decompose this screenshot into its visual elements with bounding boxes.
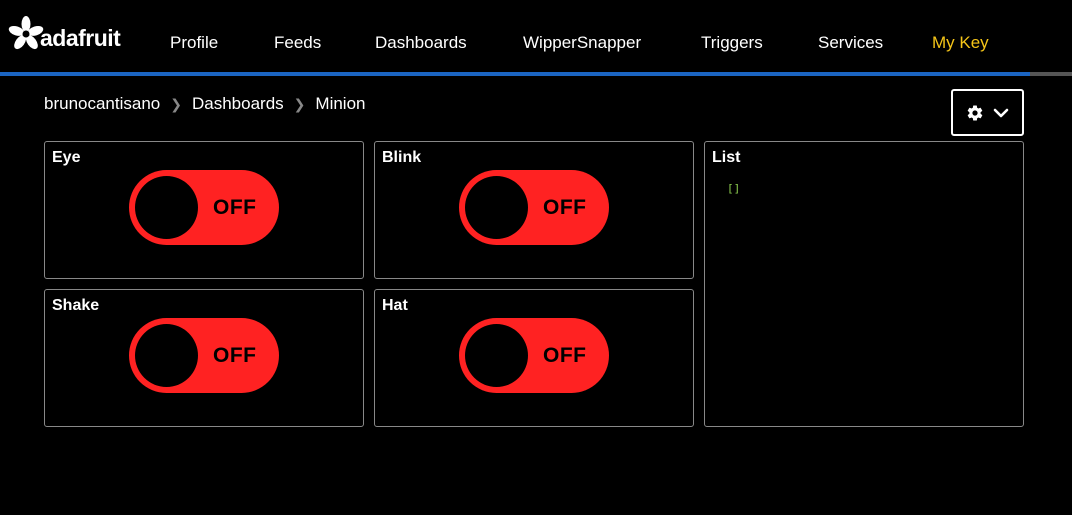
nav-dashboards[interactable]: Dashboards <box>375 33 467 53</box>
adafruit-logo[interactable]: adafruit <box>8 13 126 55</box>
block-title: Blink <box>382 149 422 166</box>
toggle-block-blink: Blink OFF <box>374 141 694 279</box>
toggle-state: OFF <box>543 196 587 219</box>
toggle-switch[interactable]: OFF <box>459 318 609 393</box>
nav-feeds[interactable]: Feeds <box>274 33 321 53</box>
toggle-block-eye: Eye OFF <box>44 141 364 279</box>
toggle-knob <box>135 176 198 239</box>
gear-icon <box>967 105 982 121</box>
nav-profile[interactable]: Profile <box>170 33 218 53</box>
toggle-state: OFF <box>543 344 587 367</box>
toggle-switch[interactable]: OFF <box>129 170 279 245</box>
block-title: Hat <box>382 297 408 314</box>
nav-my-key[interactable]: My Key <box>932 33 989 53</box>
list-block: List [] <box>704 141 1024 427</box>
toggle-block-shake: Shake OFF <box>44 289 364 427</box>
toggle-block-hat: Hat OFF <box>374 289 694 427</box>
block-title: List <box>712 149 741 166</box>
nav-wippersnapper[interactable]: WipperSnapper <box>523 33 641 53</box>
breadcrumb: brunocantisano ❯ Dashboards ❯ Minion <box>44 94 366 114</box>
nav-services[interactable]: Services <box>818 33 883 53</box>
toggle-knob <box>465 176 528 239</box>
brand-name: adafruit <box>40 24 121 51</box>
toggle-knob <box>135 324 198 387</box>
chevron-right-icon: ❯ <box>293 95 306 112</box>
adafruit-flower-icon <box>8 16 44 50</box>
toggle-state: OFF <box>213 344 257 367</box>
breadcrumb-dashboards[interactable]: Dashboards <box>192 94 284 114</box>
block-title: Shake <box>52 297 100 314</box>
dashboard-settings-button[interactable] <box>951 89 1024 136</box>
chevron-right-icon: ❯ <box>170 95 182 112</box>
nav-triggers[interactable]: Triggers <box>701 33 763 53</box>
list-content: [] <box>727 182 741 195</box>
nav-accent-bar <box>0 72 1030 76</box>
toggle-state: OFF <box>213 196 257 219</box>
toggle-knob <box>465 324 528 387</box>
nav-accent-bar-end <box>1030 72 1072 76</box>
block-title: Eye <box>52 149 81 166</box>
chevron-down-icon <box>993 108 1008 117</box>
toggle-switch[interactable]: OFF <box>459 170 609 245</box>
top-navbar: adafruit Profile Feeds Dashboards Wipper… <box>0 0 1072 73</box>
breadcrumb-current: Minion <box>315 94 366 113</box>
toggle-switch[interactable]: OFF <box>129 318 279 393</box>
breadcrumb-user[interactable]: brunocantisano <box>44 94 160 114</box>
